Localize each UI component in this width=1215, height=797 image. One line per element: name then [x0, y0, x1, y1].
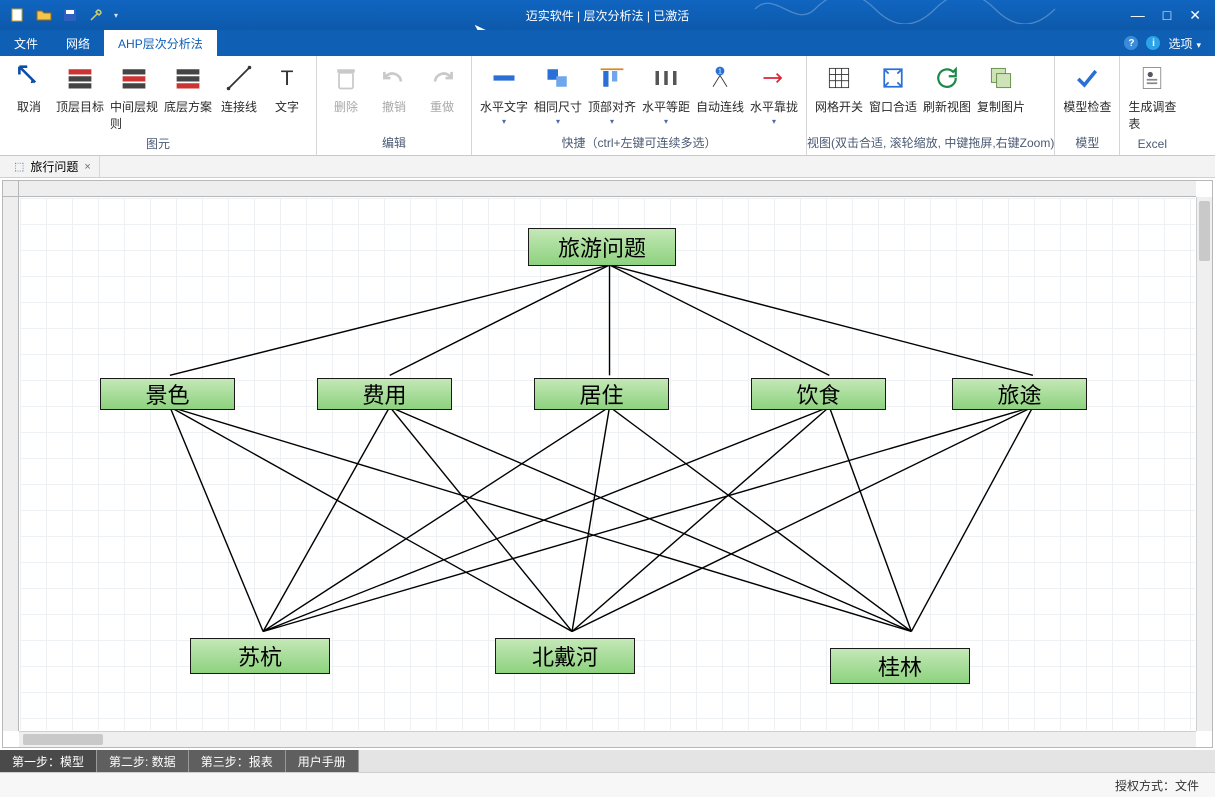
- tool-model-check[interactable]: 模型检查: [1063, 62, 1111, 115]
- tool-auto-connect[interactable]: 1自动连线: [696, 62, 744, 115]
- node-alt-1[interactable]: 苏杭: [190, 638, 330, 674]
- info-icon[interactable]: i: [1146, 36, 1160, 50]
- menu-ahp[interactable]: AHP层次分析法: [104, 30, 217, 56]
- tool-undo[interactable]: 撤销: [373, 62, 415, 115]
- tool-bottom-plan[interactable]: 底层方案: [164, 62, 212, 115]
- help-icon[interactable]: ?: [1124, 36, 1138, 50]
- tool-fit[interactable]: 窗口合适: [869, 62, 917, 115]
- options-menu[interactable]: 选项: [1168, 35, 1201, 52]
- document-tabstrip: ⬚ 旅行问题 ×: [0, 156, 1215, 178]
- qat-tools-icon[interactable]: [88, 7, 104, 23]
- tool-align-top[interactable]: 顶部对齐▾: [588, 62, 636, 126]
- scrollbar-horizontal[interactable]: [19, 731, 1196, 747]
- ruler-vertical: [3, 197, 19, 731]
- tool-gen-survey[interactable]: 生成调查表: [1128, 62, 1176, 132]
- node-goal[interactable]: 旅游问题: [528, 228, 676, 266]
- decorative-swirl: [745, 0, 1065, 27]
- qat-open-icon[interactable]: [36, 7, 52, 23]
- svg-text:1: 1: [718, 69, 722, 76]
- tool-refresh[interactable]: 刷新视图: [923, 62, 971, 115]
- node-criterion-1[interactable]: 景色: [100, 378, 235, 410]
- qat-new-icon[interactable]: [10, 7, 26, 23]
- tool-mid-rule[interactable]: 中间层规则: [110, 62, 158, 132]
- cube-icon: ⬚: [14, 160, 24, 173]
- maximize-button[interactable]: □: [1163, 7, 1171, 23]
- step-tab-1[interactable]: 第一步：模型: [0, 750, 97, 772]
- ruler-corner: [3, 181, 19, 197]
- tool-hdrag[interactable]: 水平靠拢▾: [750, 62, 798, 126]
- ribbon: 取消 顶层目标 中间层规则 底层方案 连接线 T文字 图元 删除 撤销 重做 编…: [0, 56, 1215, 156]
- group-quick-label: 快捷（ctrl+左键可连续多选）: [472, 131, 806, 155]
- node-alt-2[interactable]: 北戴河: [495, 638, 635, 674]
- group-excel-label: Excel: [1120, 134, 1184, 155]
- tool-same-size[interactable]: 相同尺寸▾: [534, 62, 582, 126]
- menu-file[interactable]: 文件: [0, 30, 52, 56]
- tool-htext[interactable]: 水平文字▾: [480, 62, 528, 126]
- menubar: 文件 网络 AHP层次分析法 ? i 选项: [0, 30, 1215, 56]
- window-title: 迈实软件 | 层次分析法 | 已激活: [526, 7, 690, 24]
- step-tab-2[interactable]: 第二步: 数据: [97, 750, 189, 772]
- bottom-step-tabs: 第一步：模型 第二步: 数据 第三步：报表 用户手册: [0, 750, 1215, 772]
- tool-hspace[interactable]: 水平等距▾: [642, 62, 690, 126]
- close-tab-icon[interactable]: ×: [84, 161, 90, 173]
- tool-cancel[interactable]: 取消: [8, 62, 50, 115]
- group-view-label: 视图(双击合适, 滚轮缩放, 中键拖屏,右键Zoom): [807, 131, 1054, 155]
- node-criterion-5[interactable]: 旅途: [952, 378, 1087, 410]
- group-model-label: 模型: [1055, 131, 1119, 155]
- node-criterion-3[interactable]: 居住: [534, 378, 669, 410]
- tool-connector[interactable]: 连接线: [218, 62, 260, 115]
- status-bar: 授权方式：文件: [0, 772, 1215, 797]
- svg-text:T: T: [281, 67, 294, 90]
- node-alt-3[interactable]: 桂林: [830, 648, 970, 684]
- tool-copy-image[interactable]: 复制图片: [977, 62, 1025, 115]
- menu-network[interactable]: 网络: [52, 30, 104, 56]
- tool-delete[interactable]: 删除: [325, 62, 367, 115]
- ruler-horizontal: [19, 181, 1196, 197]
- document-tab[interactable]: ⬚ 旅行问题 ×: [6, 156, 100, 177]
- step-tab-manual[interactable]: 用户手册: [286, 750, 359, 772]
- tool-top-goal[interactable]: 顶层目标: [56, 62, 104, 115]
- node-criterion-2[interactable]: 费用: [317, 378, 452, 410]
- group-edit-label: 编辑: [317, 131, 471, 155]
- close-button[interactable]: ✕: [1189, 7, 1201, 24]
- document-tab-label: 旅行问题: [30, 158, 78, 175]
- minimize-button[interactable]: —: [1131, 7, 1145, 23]
- titlebar: ▾ 迈实软件 | 层次分析法 | 已激活 ➤ — □ ✕: [0, 0, 1215, 30]
- qat-save-icon[interactable]: [62, 7, 78, 23]
- scrollbar-vertical[interactable]: [1196, 197, 1212, 731]
- tool-redo[interactable]: 重做: [421, 62, 463, 115]
- tool-grid[interactable]: 网格开关: [815, 62, 863, 115]
- status-auth: 授权方式：文件: [1115, 777, 1199, 794]
- group-elements-label: 图元: [0, 132, 316, 156]
- node-criterion-4[interactable]: 饮食: [751, 378, 886, 410]
- canvas-area: 旅游问题 景色 费用 居住 饮食 旅途 苏杭 北戴河 桂林: [2, 180, 1213, 748]
- tool-text[interactable]: T文字: [266, 62, 308, 115]
- diagram-canvas[interactable]: 旅游问题 景色 费用 居住 饮食 旅途 苏杭 北戴河 桂林: [20, 198, 1195, 730]
- step-tab-3[interactable]: 第三步：报表: [189, 750, 286, 772]
